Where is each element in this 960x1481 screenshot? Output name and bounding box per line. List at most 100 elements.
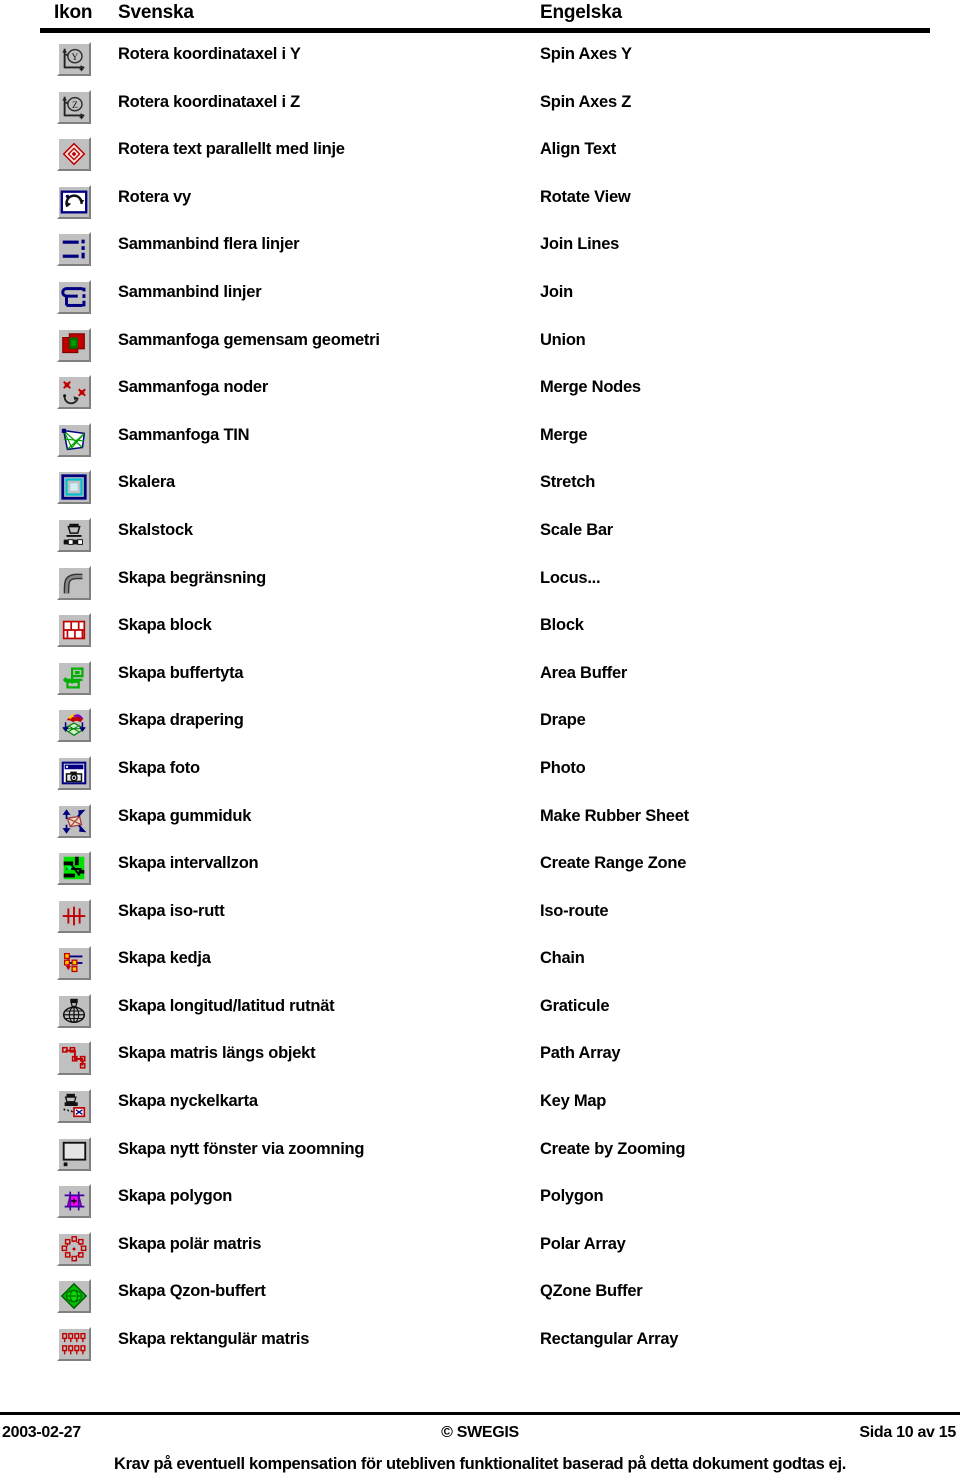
join-lines-icon[interactable] — [57, 232, 91, 267]
table-row: Skapa gummiduk Make Rubber Sheet — [0, 802, 960, 850]
swedish-label: Skapa buffertyta — [118, 663, 244, 682]
swedish-label: Skapa begränsning — [118, 568, 266, 587]
swedish-label: Skalera — [118, 473, 175, 492]
english-label: Union — [540, 330, 586, 349]
footer-divider — [0, 1412, 960, 1415]
polygon-icon[interactable] — [57, 1184, 91, 1219]
swedish-label: Sammanbind flera linjer — [118, 235, 300, 254]
english-label: Graticule — [540, 996, 610, 1015]
graticule-icon[interactable] — [57, 993, 91, 1028]
table-row: Y Rotera koordinataxel i Y Spin Axes Y — [0, 40, 960, 88]
english-label: Block — [540, 616, 584, 635]
locus-icon[interactable] — [57, 565, 91, 600]
table-row: Skapa intervallzon Create Range Zone — [0, 849, 960, 897]
iso-route-icon[interactable] — [57, 898, 91, 933]
english-label: Merge Nodes — [540, 378, 641, 397]
english-label: Iso-route — [540, 901, 609, 920]
stretch-icon[interactable] — [57, 470, 91, 505]
swedish-label: Skapa block — [118, 616, 212, 635]
join-icon[interactable] — [57, 279, 91, 314]
swedish-label: Rotera text parallellt med linje — [118, 140, 345, 159]
footer-page-number: Sida 10 av 15 — [859, 1424, 956, 1441]
icon-cell — [57, 137, 91, 172]
area-buffer-icon[interactable] — [57, 660, 91, 695]
qzone-buffer-icon[interactable] — [57, 1279, 91, 1314]
rubber-sheet-icon[interactable] — [57, 803, 91, 838]
column-header-english: Engelska — [540, 2, 622, 23]
icon-cell — [57, 1041, 91, 1076]
block-icon[interactable] — [57, 613, 91, 648]
swedish-label: Sammanfoga TIN — [118, 425, 250, 444]
header-divider — [40, 28, 930, 33]
icon-cell — [57, 1231, 91, 1266]
table-row: Rotera text parallellt med linje Align Te… — [0, 135, 960, 183]
swedish-label: Skapa nyckelkarta — [118, 1092, 258, 1111]
english-label: Rectangular Array — [540, 1330, 679, 1349]
swedish-label: Sammanfoga noder — [118, 378, 269, 397]
icon-cell — [57, 517, 91, 552]
icon-cell — [57, 708, 91, 743]
create-by-zooming-icon[interactable] — [57, 1136, 91, 1171]
english-label: Join — [540, 282, 573, 301]
icon-cell — [57, 755, 91, 790]
spin-axes-y-icon[interactable]: Y — [57, 42, 91, 76]
column-header-icon: Ikon — [54, 2, 93, 23]
english-label: Create Range Zone — [540, 854, 687, 873]
photo-icon[interactable] — [57, 755, 91, 790]
path-array-icon[interactable] — [57, 1041, 91, 1076]
english-label: Stretch — [540, 473, 596, 492]
english-label: Drape — [540, 711, 586, 730]
swedish-label: Rotera vy — [118, 187, 191, 206]
swedish-label: Skapa polygon — [118, 1187, 233, 1206]
polar-array-icon[interactable] — [57, 1231, 91, 1266]
footer-disclaimer: Krav på eventuell kompensation för utebl… — [114, 1455, 846, 1473]
table-header: Ikon Svenska Engelska — [0, 0, 960, 34]
union-icon[interactable] — [57, 327, 91, 362]
svg-text:Y: Y — [72, 53, 79, 63]
swedish-label: Sammanfoga gemensam geometri — [118, 330, 380, 349]
english-label: Area Buffer — [540, 663, 628, 682]
english-label: Polar Array — [540, 1234, 626, 1253]
swedish-label: Skapa matris längs objekt — [118, 1044, 316, 1063]
table-row: Skalstock Scale Bar — [0, 516, 960, 564]
chain-icon[interactable] — [57, 946, 91, 981]
table-row: Skapa polär matris Polar Array — [0, 1230, 960, 1278]
english-label: Locus... — [540, 568, 601, 587]
swedish-label: Skapa rektangulär matris — [118, 1330, 310, 1349]
icon-cell — [57, 898, 91, 933]
english-label: Merge — [540, 425, 588, 444]
english-label: Align Text — [540, 140, 617, 159]
icon-cell — [57, 1184, 91, 1219]
english-label: Photo — [540, 758, 586, 777]
scale-bar-icon[interactable] — [57, 517, 91, 552]
table-row: Skapa buffertyta Area Buffer — [0, 659, 960, 707]
table-row: Skapa iso-rutt Iso-route — [0, 897, 960, 945]
icon-cell — [57, 1136, 91, 1171]
icon-cell — [57, 327, 91, 362]
table-row: Skapa matris längs objekt Path Array — [0, 1039, 960, 1087]
table-row: Skalera Stretch — [0, 468, 960, 516]
spin-axes-z-icon[interactable]: Z — [57, 89, 91, 124]
table-row: Skapa nytt fönster via zoomning Create by… — [0, 1135, 960, 1183]
table-row: Sammanfoga gemensam geometri Union — [0, 326, 960, 374]
icon-cell — [57, 279, 91, 314]
rotate-view-icon[interactable] — [57, 184, 91, 219]
merge-tin-icon[interactable] — [57, 422, 91, 457]
merge-nodes-icon[interactable] — [57, 375, 91, 410]
english-label: Join Lines — [540, 235, 620, 254]
swedish-label: Skapa foto — [118, 758, 200, 777]
align-text-icon[interactable] — [57, 137, 91, 172]
icon-cell — [57, 232, 91, 267]
english-label: Rotate View — [540, 187, 631, 206]
column-header-swedish: Svenska — [118, 2, 194, 23]
key-map-icon[interactable] — [57, 1089, 91, 1124]
table-row: Sammanfoga TIN Merge — [0, 421, 960, 469]
english-label: Spin Axes Y — [540, 45, 632, 63]
range-zone-icon[interactable] — [57, 851, 91, 886]
table-row: Rotera vy Rotate View — [0, 183, 960, 231]
swedish-label: Skapa iso-rutt — [118, 901, 225, 920]
rectangular-array-icon[interactable] — [57, 1327, 91, 1362]
drape-icon[interactable] — [57, 708, 91, 743]
icon-cell — [57, 660, 91, 695]
icon-cell — [57, 613, 91, 648]
